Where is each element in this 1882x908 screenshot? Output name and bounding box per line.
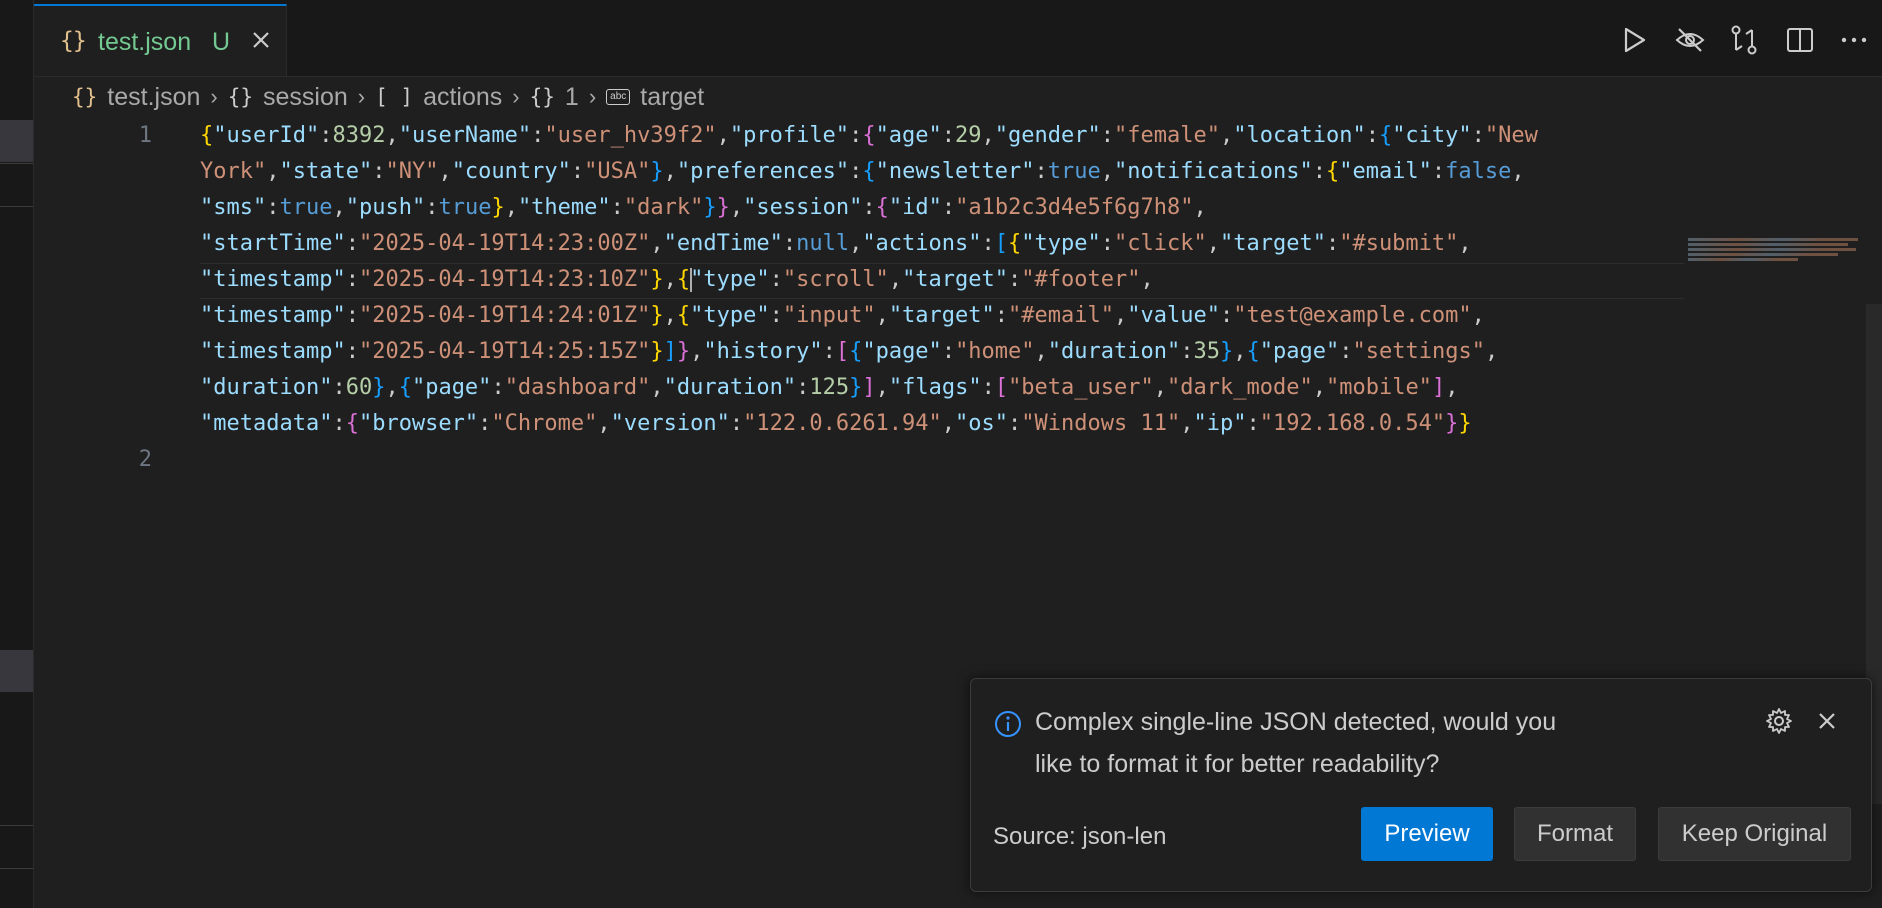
info-icon [995, 711, 1021, 737]
sidebar-divider [0, 163, 33, 164]
array-icon: [ ] [375, 85, 414, 109]
breadcrumb-file[interactable]: test.json [107, 83, 200, 112]
sidebar-divider [0, 825, 33, 826]
code-line: {"userId":8392,"userName":"user_hv39f2",… [200, 123, 1538, 148]
breadcrumb-actions[interactable]: actions [423, 83, 502, 112]
untracked-badge: U [212, 28, 231, 56]
sidebar-edge [0, 0, 34, 908]
breadcrumb: {} test.json › {} session › [ ] actions … [72, 82, 704, 112]
tab-label: test.json [98, 28, 192, 56]
code-line: "sms":true,"push":true},"theme":"dark"}}… [200, 195, 1207, 220]
code-line: York","state":"NY","country":"USA"},"pre… [200, 159, 1525, 184]
preview-button[interactable]: Preview [1361, 807, 1493, 861]
code-content[interactable]: {"userId":8392,"userName":"user_hv39f2",… [200, 118, 1690, 442]
chevron-right-icon: › [357, 84, 366, 109]
string-icon: abc [606, 89, 631, 105]
chevron-right-icon: › [512, 84, 520, 109]
code-line: "metadata":{"browser":"Chrome","version"… [200, 411, 1472, 436]
line-number: 2 [138, 447, 152, 472]
sidebar-divider [0, 868, 33, 869]
notification-source: Source: json-len [993, 823, 1167, 850]
format-button[interactable]: Format [1514, 807, 1636, 861]
chevron-right-icon: › [210, 84, 218, 109]
tab-test-json[interactable]: {} test.json U [34, 4, 287, 76]
notification-message: Complex single-line JSON detected, would… [1035, 708, 1557, 778]
run-icon[interactable] [1616, 22, 1652, 58]
line-number: 1 [138, 123, 152, 148]
code-line: "duration":60},{"page":"dashboard","dura… [200, 375, 1459, 400]
code-line: "timestamp":"2025-04-19T14:25:15Z"}]},"h… [200, 339, 1499, 364]
sidebar-selected-row[interactable] [0, 650, 33, 692]
close-icon[interactable] [244, 23, 278, 57]
breadcrumb-item-1[interactable]: 1 [565, 83, 579, 112]
more-actions-icon[interactable] [1836, 22, 1872, 58]
json-file-icon: {} [60, 28, 87, 54]
json-file-icon: {} [72, 85, 98, 109]
object-icon: {} [529, 85, 555, 109]
eye-closed-icon[interactable] [1672, 22, 1708, 58]
object-icon: {} [227, 85, 254, 109]
chevron-right-icon: › [588, 84, 597, 109]
editor-tab-bar: {} test.json U [34, 0, 1882, 77]
split-editor-icon[interactable] [1782, 22, 1818, 58]
gear-icon[interactable] [1763, 705, 1795, 737]
code-line: "startTime":"2025-04-19T14:23:00Z","endT… [200, 231, 1472, 256]
compare-changes-icon[interactable] [1726, 22, 1762, 58]
code-line: "timestamp":"2025-04-19T14:24:01Z"},{"ty… [200, 303, 1485, 328]
close-icon[interactable] [1811, 705, 1843, 737]
sidebar-selected-row[interactable] [0, 120, 33, 162]
sidebar-divider [0, 206, 33, 207]
breadcrumb-session[interactable]: session [263, 83, 348, 112]
format-json-notification: Complex single-line JSON detected, would… [970, 678, 1872, 892]
keep-original-button[interactable]: Keep Original [1658, 807, 1851, 861]
code-line: "timestamp":"2025-04-19T14:23:10Z"},{"ty… [200, 267, 1154, 292]
breadcrumb-target[interactable]: target [640, 83, 704, 112]
minimap[interactable] [1688, 238, 1882, 278]
